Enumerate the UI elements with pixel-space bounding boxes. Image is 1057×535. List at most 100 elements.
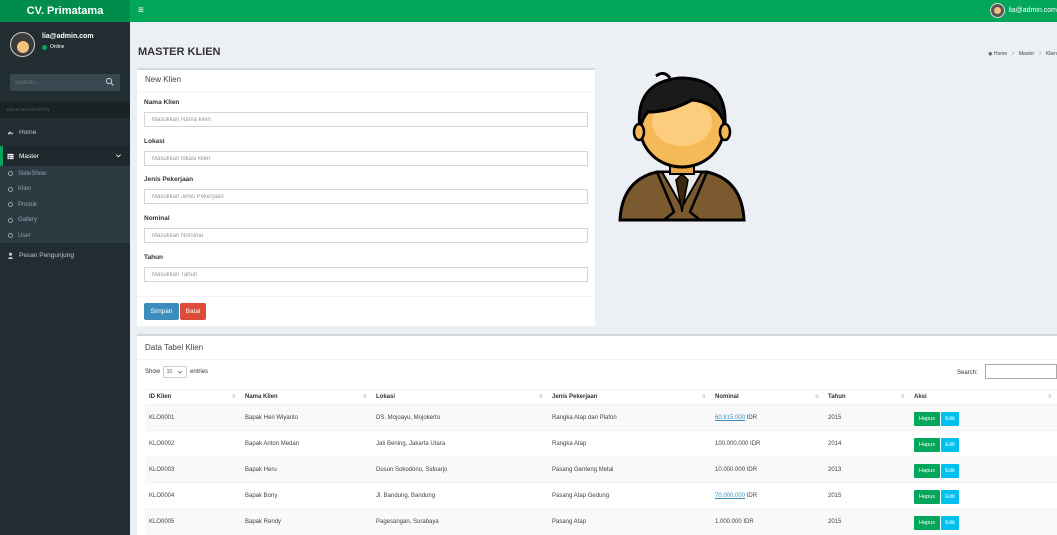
sidebar-item-label: Master (19, 152, 39, 160)
sidebar-item-pesan-pengunjung[interactable]: Pesan Pengunjung (0, 247, 130, 264)
currency-label: IDR (746, 492, 758, 499)
top-user-email: lia@admin.com (1008, 7, 1057, 14)
table-search-label: Search: (957, 370, 978, 376)
klien-table-box: Data Tabel Klien Show 10 entries Search:… (137, 334, 1057, 535)
breadcrumb-master[interactable]: Master (1019, 51, 1034, 57)
chevron-down-icon (178, 370, 183, 374)
nominal-link[interactable]: 70.000.000 (715, 493, 745, 499)
edit-button[interactable]: Edit (941, 464, 959, 478)
entries-select[interactable]: 10 (163, 366, 188, 378)
top-navbar: ≡ lia@admin.com (130, 0, 1057, 22)
lokasi-label: Lokasi (144, 138, 165, 145)
table-row: KLO0002 Bapak Anton Medan Jati Bening, J… (145, 430, 1057, 457)
client-avatar-illustration (618, 72, 746, 222)
column-header-jenis[interactable]: Jenis Pekerjaan ⇅ (548, 389, 711, 406)
cell-id: KLO0002 (145, 430, 241, 457)
cell-aksi: Hapus Edit (910, 482, 1057, 509)
circle-icon (8, 202, 13, 208)
cell-nominal: 100.000.000 IDR (711, 430, 824, 457)
edit-button[interactable]: Edit (941, 490, 959, 504)
jenis-pekerjaan-input[interactable] (144, 189, 588, 204)
delete-button[interactable]: Hapus (914, 516, 940, 531)
sidebar-item-label: Pesan Pengunjung (19, 252, 74, 259)
divider (137, 91, 595, 92)
sort-icon: ⇅ (538, 394, 543, 400)
submenu-item-klien[interactable]: Klien (0, 182, 130, 198)
cell-tahun: 2015 (824, 404, 910, 431)
cell-id: KLO0003 (145, 456, 241, 483)
column-header-id[interactable]: ID Klien ⇅ (145, 389, 241, 406)
nominal-value: 1.000.000 (715, 518, 742, 525)
nominal-link[interactable]: 60.815.000 (715, 415, 745, 421)
submenu-label: SlideShow (18, 170, 47, 177)
entries-label: entries (190, 369, 209, 375)
edit-button[interactable]: Edit (941, 516, 959, 531)
user-icon (7, 252, 14, 259)
table-header-row: ID Klien ⇅ Nama Klien ⇅ Lokasi ⇅ Jenis Peke… (145, 389, 1057, 406)
table-search-input[interactable] (985, 364, 1057, 379)
cancel-button[interactable]: Batal (180, 303, 206, 320)
cell-nama: Bapak Heri Wiyanto (241, 404, 372, 431)
submenu-item-slideshow[interactable]: SlideShow (0, 166, 130, 182)
delete-button[interactable]: Hapus (914, 464, 940, 478)
submenu-item-user[interactable]: User (0, 228, 130, 244)
sidebar-item-home[interactable]: Home (0, 122, 130, 143)
cell-tahun: 2014 (824, 430, 910, 457)
top-user-menu[interactable]: lia@admin.com (989, 3, 1057, 18)
dashboard-icon (7, 131, 14, 135)
edit-button[interactable]: Edit (941, 412, 959, 427)
column-header-nama[interactable]: Nama Klien ⇅ (241, 389, 372, 406)
cell-tahun: 2015 (824, 482, 910, 509)
cell-nama: Bapak Bony (241, 482, 372, 509)
nama-klien-label: Nama Klien (144, 99, 180, 106)
cell-jenis: Pasang Atap Gedung (548, 482, 711, 509)
column-header-tahun[interactable]: Tahun ⇅ (824, 389, 910, 406)
cell-nama: Bapak Anton Medan (241, 430, 372, 457)
search-icon[interactable] (105, 77, 115, 87)
submenu-item-gallery[interactable]: Gallery (0, 213, 130, 229)
delete-button[interactable]: Hapus (914, 438, 940, 452)
home-icon: ◉ (988, 51, 993, 57)
table-title: Data Tabel Klien (145, 343, 204, 352)
cell-nominal: 70.000.000 IDR (711, 482, 824, 509)
currency-label: IDR (743, 518, 754, 525)
cell-tahun: 2015 (824, 508, 910, 535)
cell-jenis: Rangka Atap dan Plafon (548, 404, 711, 431)
lokasi-input[interactable] (144, 151, 588, 166)
brand-logo[interactable]: CV. Primatama (0, 0, 130, 22)
cell-lokasi: Pagesangan, Surabaya (372, 508, 548, 535)
save-button[interactable]: Simpan (144, 303, 179, 320)
breadcrumb: ◉ Home > Master > Klien (988, 51, 1057, 57)
cell-nama: Bapak Rendy (241, 508, 372, 535)
cell-jenis: Rangka Atap (548, 430, 711, 457)
cell-nominal: 1.000.000 IDR (711, 508, 824, 535)
tahun-input[interactable] (144, 267, 588, 282)
show-label: Show (145, 369, 161, 375)
sidebar-search-input[interactable] (10, 79, 100, 86)
jenis-pekerjaan-label: Jenis Pekerjaan (144, 176, 194, 183)
nominal-input[interactable] (144, 228, 588, 243)
sidebar-toggle-icon[interactable]: ≡ (138, 5, 144, 17)
column-header-aksi[interactable]: Aksi ⇅ (910, 389, 1057, 406)
table-icon (7, 153, 14, 159)
sidebar: lia@admin.com Online MAIN NAVIGATION Hom… (0, 22, 130, 535)
circle-icon (8, 171, 13, 177)
column-header-nominal[interactable]: Nominal ⇅ (711, 389, 824, 406)
column-header-lokasi[interactable]: Lokasi ⇅ (372, 389, 548, 406)
cell-jenis: Pasang Genteng Metal (548, 456, 711, 483)
submenu-label: Produk (18, 201, 38, 208)
divider (137, 296, 595, 297)
entries-control: Show 10 entries (145, 366, 208, 378)
breadcrumb-home[interactable]: Home (994, 51, 1007, 57)
delete-button[interactable]: Hapus (914, 412, 940, 427)
cell-nominal: 10.000.000 IDR (711, 456, 824, 483)
breadcrumb-separator: > (1038, 51, 1042, 57)
online-dot-icon (42, 44, 47, 50)
sidebar-item-master[interactable]: Master (0, 146, 130, 166)
top-avatar (989, 3, 1005, 18)
edit-button[interactable]: Edit (941, 438, 959, 452)
submenu-item-produk[interactable]: Produk (0, 197, 130, 213)
nama-klien-input[interactable] (144, 112, 588, 127)
delete-button[interactable]: Hapus (914, 490, 940, 504)
circle-icon (8, 186, 13, 192)
